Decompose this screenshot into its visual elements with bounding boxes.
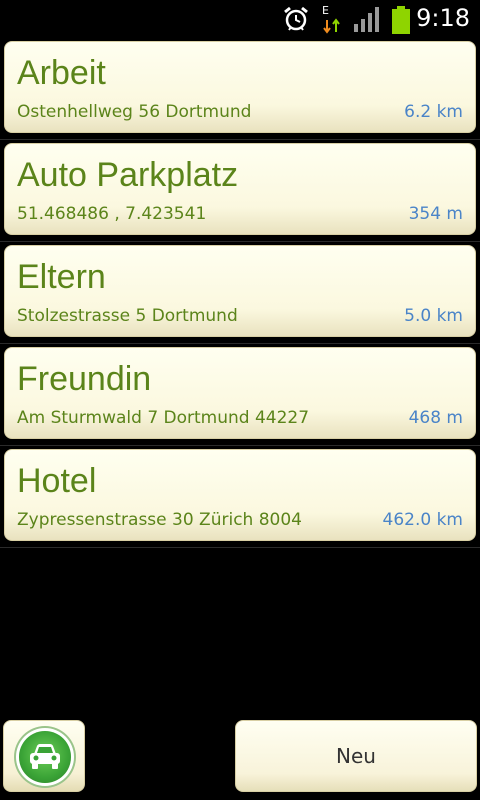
battery-icon <box>392 6 410 34</box>
list-item[interactable]: Arbeit Ostenhellweg 56 Dortmund 6.2 km <box>0 38 480 140</box>
status-bar: E 9:18 <box>0 0 480 38</box>
location-card[interactable]: Freundin Am Sturmwald 7 Dortmund 44227 4… <box>4 347 476 439</box>
list-item[interactable]: Hotel Zypressenstrasse 30 Zürich 8004 46… <box>0 446 480 548</box>
data-arrows-icon: E <box>322 4 344 34</box>
car-icon <box>30 744 60 769</box>
location-card[interactable]: Auto Parkplatz 51.468486 , 7.423541 354 … <box>4 143 476 235</box>
data-indicator-label: E <box>322 4 329 17</box>
location-list: Arbeit Ostenhellweg 56 Dortmund 6.2 km A… <box>0 38 480 548</box>
alarm-icon <box>284 6 308 31</box>
location-name: Auto Parkplatz <box>17 156 239 194</box>
location-distance: 462.0 km <box>382 510 463 530</box>
signal-icon <box>354 7 379 32</box>
location-address: Stolzestrasse 5 Dortmund <box>17 306 238 326</box>
list-item[interactable]: Eltern Stolzestrasse 5 Dortmund 5.0 km <box>0 242 480 344</box>
location-distance: 6.2 km <box>404 102 463 122</box>
location-address: Zypressenstrasse 30 Zürich 8004 <box>17 510 302 530</box>
location-card[interactable]: Hotel Zypressenstrasse 30 Zürich 8004 46… <box>4 449 476 541</box>
location-distance: 468 m <box>408 408 463 428</box>
location-address: Ostenhellweg 56 Dortmund <box>17 102 252 122</box>
status-time: 9:18 <box>416 4 470 32</box>
location-distance: 354 m <box>408 204 463 224</box>
car-button[interactable] <box>3 720 85 792</box>
location-card[interactable]: Arbeit Ostenhellweg 56 Dortmund 6.2 km <box>4 41 476 133</box>
location-name: Eltern <box>17 258 106 296</box>
car-icon-badge <box>19 731 71 783</box>
location-name: Hotel <box>17 462 97 500</box>
list-item[interactable]: Auto Parkplatz 51.468486 , 7.423541 354 … <box>0 140 480 242</box>
location-address: 51.468486 , 7.423541 <box>17 204 207 224</box>
list-item[interactable]: Freundin Am Sturmwald 7 Dortmund 44227 4… <box>0 344 480 446</box>
location-distance: 5.0 km <box>404 306 463 326</box>
location-address: Am Sturmwald 7 Dortmund 44227 <box>17 408 310 428</box>
location-card[interactable]: Eltern Stolzestrasse 5 Dortmund 5.0 km <box>4 245 476 337</box>
location-name: Arbeit <box>17 54 106 92</box>
new-button[interactable]: Neu <box>235 720 477 792</box>
location-name: Freundin <box>17 360 152 398</box>
